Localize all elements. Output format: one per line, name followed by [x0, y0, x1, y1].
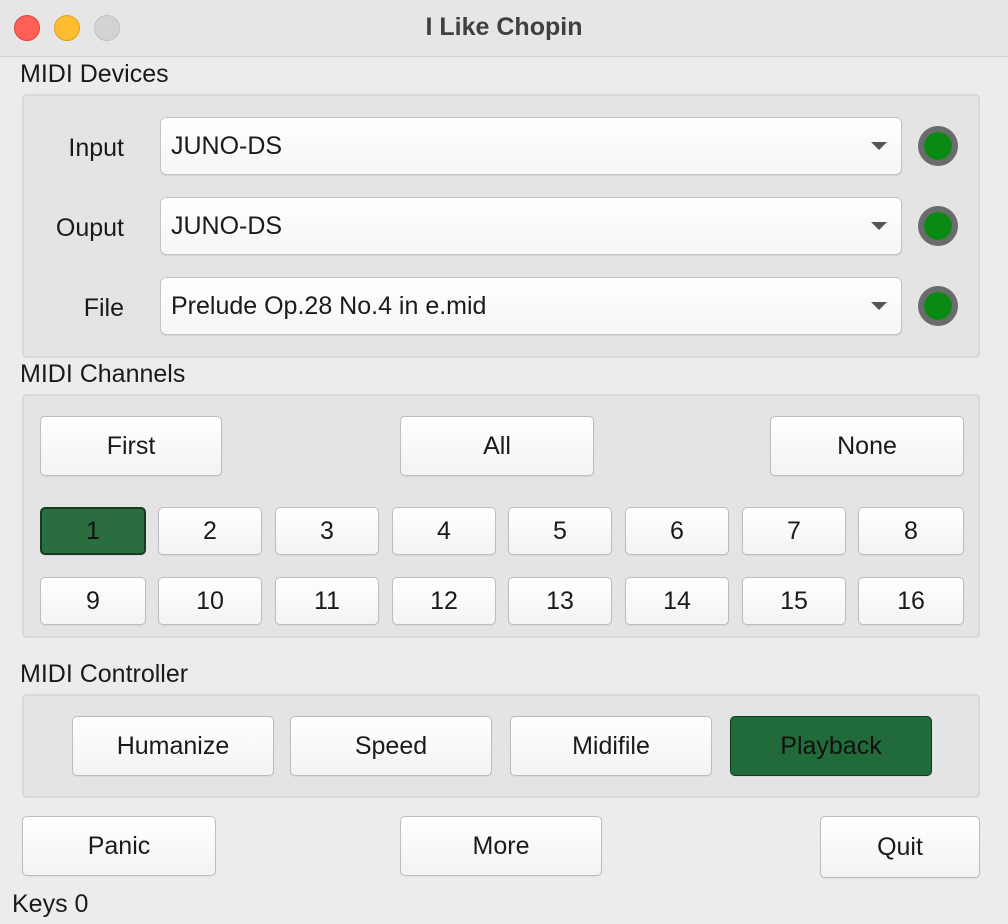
midi-channels-label: MIDI Channels [20, 360, 186, 388]
midi-file-select[interactable]: Prelude Op.28 No.4 in e.mid [160, 277, 902, 335]
channel-button-13[interactable]: 13 [508, 577, 612, 625]
chevron-down-icon [871, 222, 887, 230]
channel-button-7[interactable]: 7 [742, 507, 846, 555]
output-status-led [918, 206, 958, 246]
quit-button[interactable]: Quit [820, 816, 980, 878]
playback-button[interactable]: Playback [730, 716, 932, 776]
input-status-led [918, 126, 958, 166]
speed-button[interactable]: Speed [290, 716, 492, 776]
channel-button-9[interactable]: 9 [40, 577, 146, 625]
midi-devices-group: Input JUNO-DS Ouput JUNO-DS File Prelude… [22, 94, 980, 358]
channel-button-12[interactable]: 12 [392, 577, 496, 625]
channel-button-14[interactable]: 14 [625, 577, 729, 625]
midi-controller-label: MIDI Controller [20, 660, 189, 688]
no-channels-button[interactable]: None [770, 416, 964, 476]
channel-button-8[interactable]: 8 [858, 507, 964, 555]
channel-button-3[interactable]: 3 [275, 507, 379, 555]
channel-button-15[interactable]: 15 [742, 577, 846, 625]
channel-button-2[interactable]: 2 [158, 507, 262, 555]
window-title: I Like Chopin [425, 13, 583, 41]
midifile-button[interactable]: Midifile [510, 716, 712, 776]
status-bar-keys: Keys 0 [12, 890, 89, 918]
channel-button-5[interactable]: 5 [508, 507, 612, 555]
output-device-select[interactable]: JUNO-DS [160, 197, 902, 255]
humanize-button[interactable]: Humanize [72, 716, 274, 776]
channel-button-16[interactable]: 16 [858, 577, 964, 625]
channel-button-6[interactable]: 6 [625, 507, 729, 555]
channel-button-10[interactable]: 10 [158, 577, 262, 625]
input-label: Input [68, 134, 124, 162]
first-channel-button[interactable]: First [40, 416, 222, 476]
output-device-value: JUNO-DS [171, 212, 283, 240]
channel-button-1[interactable]: 1 [40, 507, 146, 555]
input-device-select[interactable]: JUNO-DS [160, 117, 902, 175]
more-button[interactable]: More [400, 816, 602, 876]
title-bar: I Like Chopin [0, 0, 1008, 57]
file-label: File [83, 294, 124, 322]
output-label: Ouput [55, 214, 124, 242]
channel-button-4[interactable]: 4 [392, 507, 496, 555]
midi-file-value: Prelude Op.28 No.4 in e.mid [171, 292, 487, 320]
input-device-value: JUNO-DS [171, 132, 283, 160]
all-channels-button[interactable]: All [400, 416, 594, 476]
chevron-down-icon [871, 302, 887, 310]
panic-button[interactable]: Panic [22, 816, 216, 876]
channel-button-11[interactable]: 11 [275, 577, 379, 625]
chevron-down-icon [871, 142, 887, 150]
midi-devices-label: MIDI Devices [20, 60, 169, 88]
app-window: I Like Chopin MIDI Devices Input JUNO-DS… [0, 0, 1008, 924]
midi-controller-group: Humanize Speed Midifile Playback [22, 694, 980, 798]
midi-channels-group: First All None 1 2 3 4 5 6 7 8 9 10 11 1… [22, 394, 980, 638]
file-status-led [918, 286, 958, 326]
